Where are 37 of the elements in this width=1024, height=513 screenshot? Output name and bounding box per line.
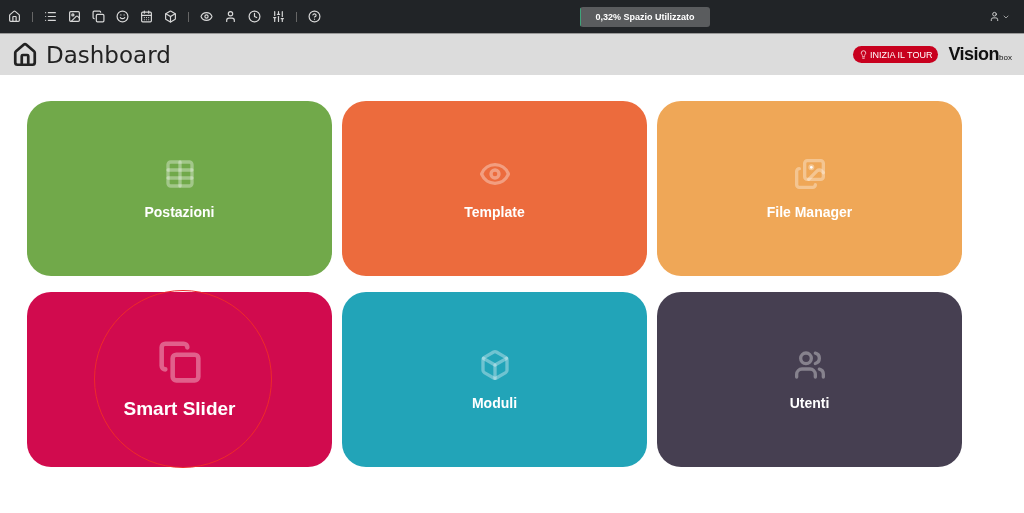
smile-icon[interactable]	[116, 10, 129, 23]
users-icon	[793, 348, 826, 381]
tour-button[interactable]: INIZIA IL TOUR	[853, 46, 939, 63]
table-icon	[163, 157, 196, 190]
box-icon	[478, 348, 511, 381]
list-icon[interactable]	[44, 10, 57, 23]
page-title: Dashboard	[46, 41, 171, 68]
dashboard-tile[interactable]: File Manager	[657, 101, 962, 276]
user-menu-icon[interactable]	[989, 11, 1010, 22]
tile-label: Postazioni	[144, 203, 215, 220]
logo-text: Vision	[948, 44, 1000, 65]
dashboard-tile[interactable]: Smart Slider	[27, 292, 332, 467]
slides-icon	[157, 339, 202, 384]
clock-icon[interactable]	[248, 10, 261, 23]
dashboard-tile[interactable]: Template	[342, 101, 647, 276]
dashboard-tile[interactable]: Utenti	[657, 292, 962, 467]
tile-label: Template	[464, 203, 525, 220]
images-icon	[793, 157, 826, 190]
tile-label: Utenti	[789, 394, 830, 411]
storage-label: 0,32% Spazio Utilizzato	[595, 11, 695, 22]
home-icon	[12, 41, 38, 68]
logo-subtext: box	[999, 53, 1012, 62]
tile-label: File Manager	[766, 203, 853, 220]
home-icon[interactable]	[8, 10, 21, 23]
image-icon[interactable]	[68, 10, 81, 23]
dashboard-tile[interactable]: Postazioni	[27, 101, 332, 276]
tile-label: Smart Slider	[123, 397, 236, 420]
box-icon[interactable]	[164, 10, 177, 23]
dashboard-tile[interactable]: Moduli	[342, 292, 647, 467]
slides-icon[interactable]	[92, 10, 105, 23]
help-icon[interactable]	[308, 10, 321, 23]
sliders-icon[interactable]	[272, 10, 285, 23]
lightbulb-icon	[859, 50, 869, 59]
user-icon[interactable]	[224, 10, 237, 23]
eye-icon[interactable]	[200, 10, 213, 23]
tile-label: Moduli	[471, 394, 518, 411]
calendar-icon[interactable]	[140, 10, 153, 23]
